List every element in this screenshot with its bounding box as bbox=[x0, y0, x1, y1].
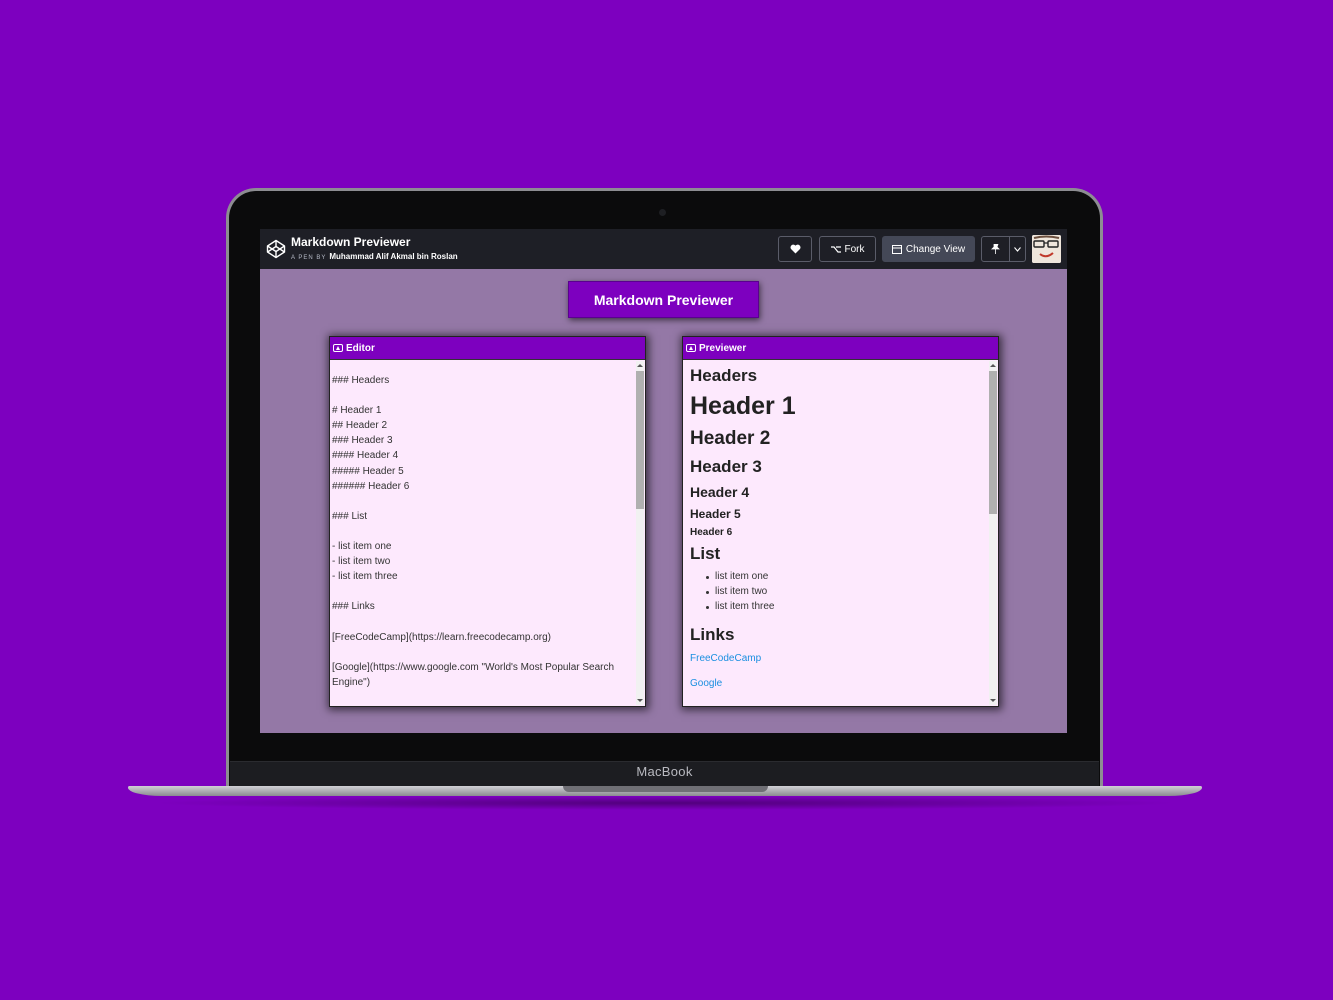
fork-button[interactable]: Fork bbox=[819, 236, 876, 262]
preview-h5: Header 5 bbox=[690, 507, 741, 521]
heart-icon bbox=[790, 244, 800, 254]
editor-header: Editor bbox=[330, 337, 645, 360]
editor-panel: Editor ### Headers # Header 1 ## Header … bbox=[329, 336, 646, 707]
avatar-image-icon bbox=[1032, 235, 1061, 263]
scroll-down-icon[interactable] bbox=[637, 699, 643, 702]
scroll-down-icon[interactable] bbox=[990, 699, 996, 702]
fork-label: Fork bbox=[844, 243, 865, 255]
link-google[interactable]: Google bbox=[690, 678, 722, 689]
laptop-notch bbox=[563, 786, 768, 792]
layout-icon bbox=[891, 244, 902, 254]
pin-button[interactable] bbox=[981, 236, 1010, 262]
pen-by-prefix: A PEN BY bbox=[291, 255, 327, 261]
preview-content: Headers Header 1 Header 2 Header 3 Heade… bbox=[683, 360, 988, 706]
list-item: list item two bbox=[705, 586, 768, 597]
preview-heading-list: List bbox=[690, 544, 721, 563]
user-avatar[interactable] bbox=[1032, 235, 1061, 263]
change-view-label: Change View bbox=[905, 243, 966, 255]
list-item: list item one bbox=[705, 571, 769, 582]
previewer-scrollbar[interactable] bbox=[989, 361, 997, 705]
laptop-shadow bbox=[150, 796, 1180, 810]
app-title: Markdown Previewer bbox=[568, 281, 759, 318]
previewer-header-label: Previewer bbox=[699, 342, 747, 354]
scroll-up-icon[interactable] bbox=[990, 364, 996, 367]
preview-h3: Header 3 bbox=[690, 457, 762, 476]
pin-icon bbox=[991, 244, 1000, 254]
editor-textarea[interactable]: ### Headers # Header 1 ## Header 2 ### H… bbox=[330, 360, 635, 706]
editor-header-label: Editor bbox=[346, 342, 375, 354]
preview-heading-links: Links bbox=[690, 625, 735, 644]
preview-h2: Header 2 bbox=[690, 428, 771, 449]
preview-h4: Header 4 bbox=[690, 484, 750, 500]
pen-author-line: A PEN BY Muhammad Alif Akmal bin Roslan bbox=[291, 252, 458, 261]
preview-heading-headers: Headers bbox=[690, 366, 758, 385]
link-freecodecamp[interactable]: FreeCodeCamp bbox=[690, 653, 761, 664]
change-view-button[interactable]: Change View bbox=[882, 236, 975, 262]
love-button[interactable] bbox=[778, 236, 812, 262]
pen-title[interactable]: Markdown Previewer bbox=[291, 235, 410, 249]
preview-h6: Header 6 bbox=[690, 527, 733, 538]
editor-scrollbar[interactable] bbox=[636, 361, 644, 705]
previewer-scroll-thumb[interactable] bbox=[989, 371, 997, 514]
previewer-header: Previewer bbox=[683, 337, 998, 360]
preview-h1: Header 1 bbox=[690, 392, 796, 420]
pin-menu-button[interactable] bbox=[1010, 236, 1026, 262]
screen: Markdown Previewer A PEN BY Muhammad Alif… bbox=[260, 229, 1067, 733]
codepen-topbar: Markdown Previewer A PEN BY Muhammad Alif… bbox=[260, 229, 1067, 269]
editor-content[interactable]: ### Headers # Header 1 ## Header 2 ### H… bbox=[330, 360, 635, 690]
previewer-panel: Previewer Headers Header 1 Header 2 Head… bbox=[682, 336, 999, 707]
fork-icon bbox=[830, 245, 841, 253]
laptop-brand: MacBook bbox=[636, 764, 693, 779]
list-item: list item three bbox=[705, 601, 775, 612]
pen-author[interactable]: Muhammad Alif Akmal bin Roslan bbox=[329, 252, 457, 261]
upload-icon bbox=[686, 344, 696, 352]
upload-icon bbox=[333, 344, 343, 352]
chevron-down-icon bbox=[1014, 246, 1021, 252]
camera bbox=[659, 209, 666, 216]
codepen-logo-icon[interactable] bbox=[266, 239, 286, 259]
editor-scroll-thumb[interactable] bbox=[636, 371, 644, 509]
scroll-up-icon[interactable] bbox=[637, 364, 643, 367]
